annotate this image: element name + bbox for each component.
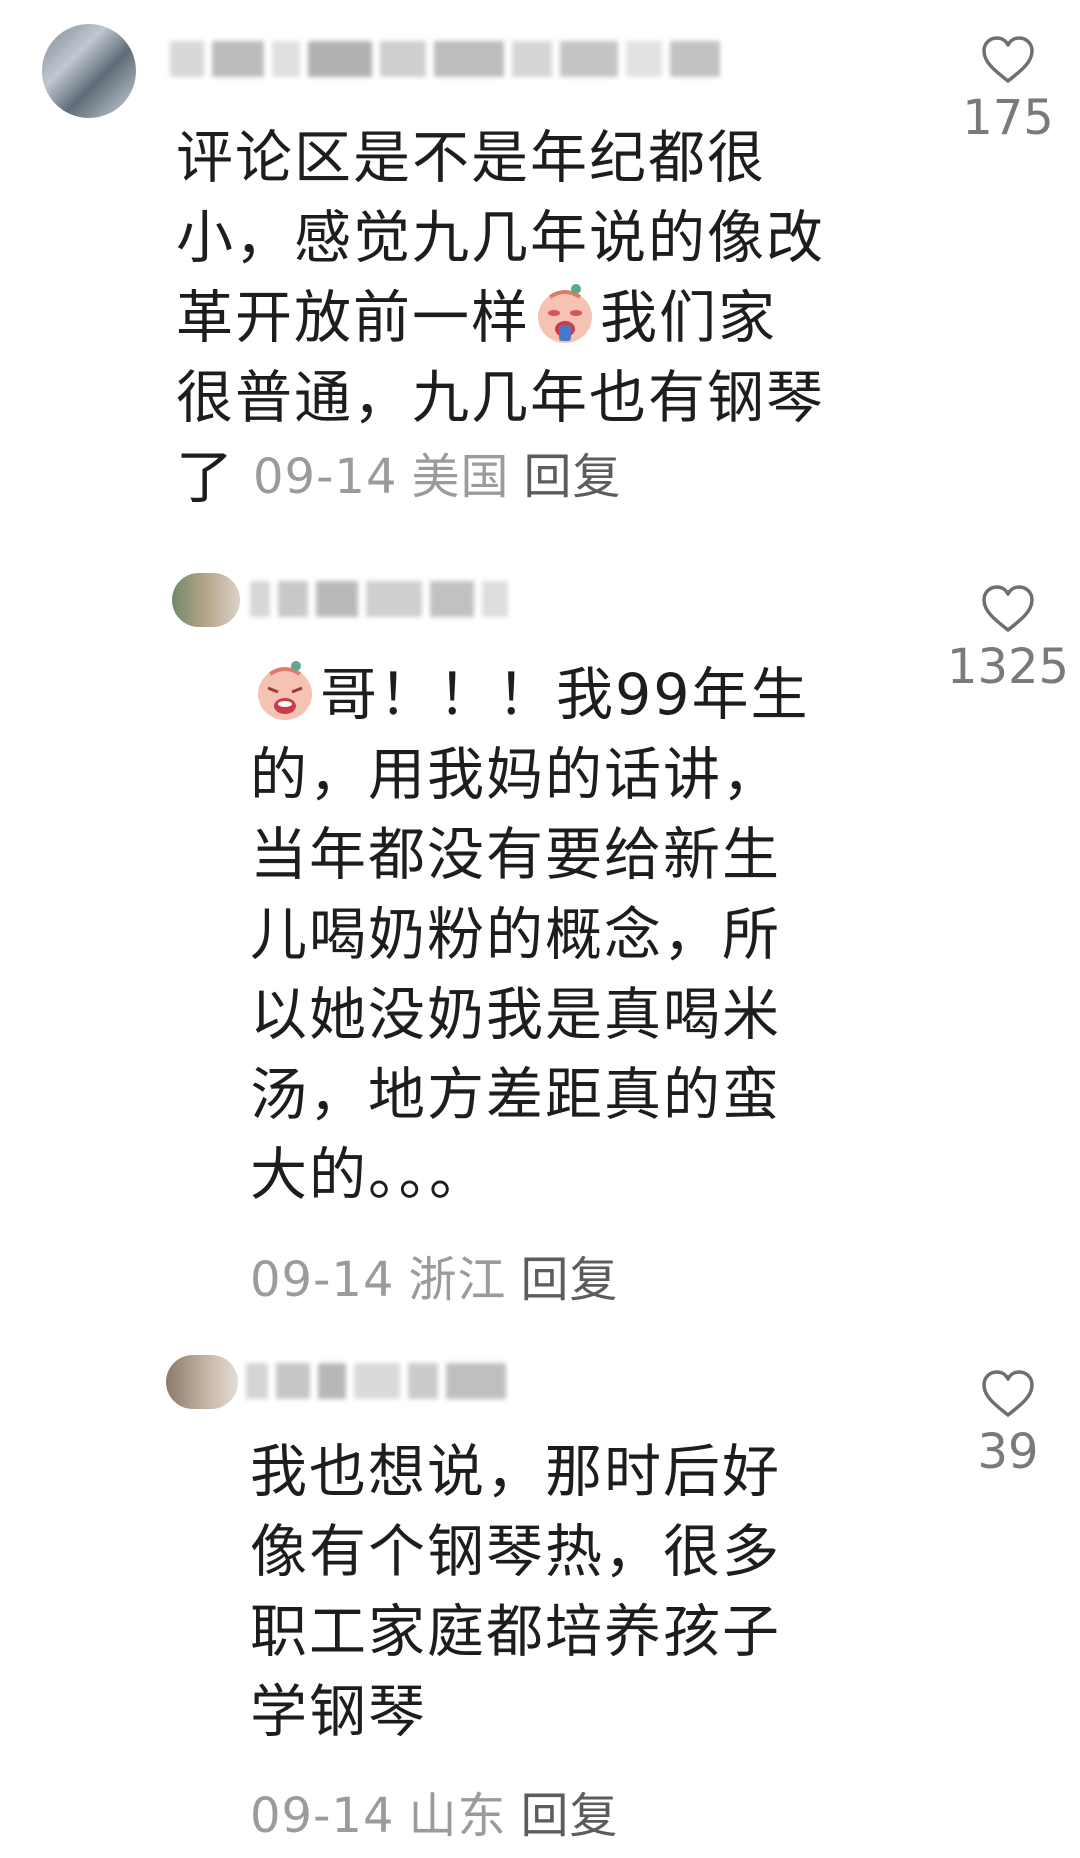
comment-date: 09-14 xyxy=(250,1788,395,1844)
reply-button[interactable]: 回复 xyxy=(521,1788,619,1844)
comment-line: 职工家庭都培养孩子 xyxy=(250,1599,781,1665)
comment-location: 山东 xyxy=(408,1788,507,1844)
comment-text: 我也想说，那时后好 像有个钢琴热，很多 职工家庭都培养孩子 学钢琴 xyxy=(250,1432,930,1752)
comment-list: 评论区是不是年纪都很 小，感觉九几年说的像改 革开放前一样 我们家 很普通，九几年… xyxy=(0,0,1080,1858)
comment-line: 我也想说，那时后好 xyxy=(250,1439,781,1505)
reply-item: 我也想说，那时后好 像有个钢琴热，很多 职工家庭都培养孩子 学钢琴 09-14 山… xyxy=(0,0,1080,1858)
username-blurred[interactable] xyxy=(246,1352,506,1410)
like-count: 39 xyxy=(977,1424,1039,1480)
avatar[interactable] xyxy=(166,1355,238,1409)
comment-line: 像有个钢琴热，很多 xyxy=(250,1519,781,1585)
comment-line: 学钢琴 xyxy=(250,1679,427,1745)
heart-icon[interactable] xyxy=(980,1368,1036,1420)
like-button[interactable]: 39 xyxy=(938,1368,1078,1480)
comment-meta: 09-14 山东 回复 xyxy=(250,1776,619,1846)
